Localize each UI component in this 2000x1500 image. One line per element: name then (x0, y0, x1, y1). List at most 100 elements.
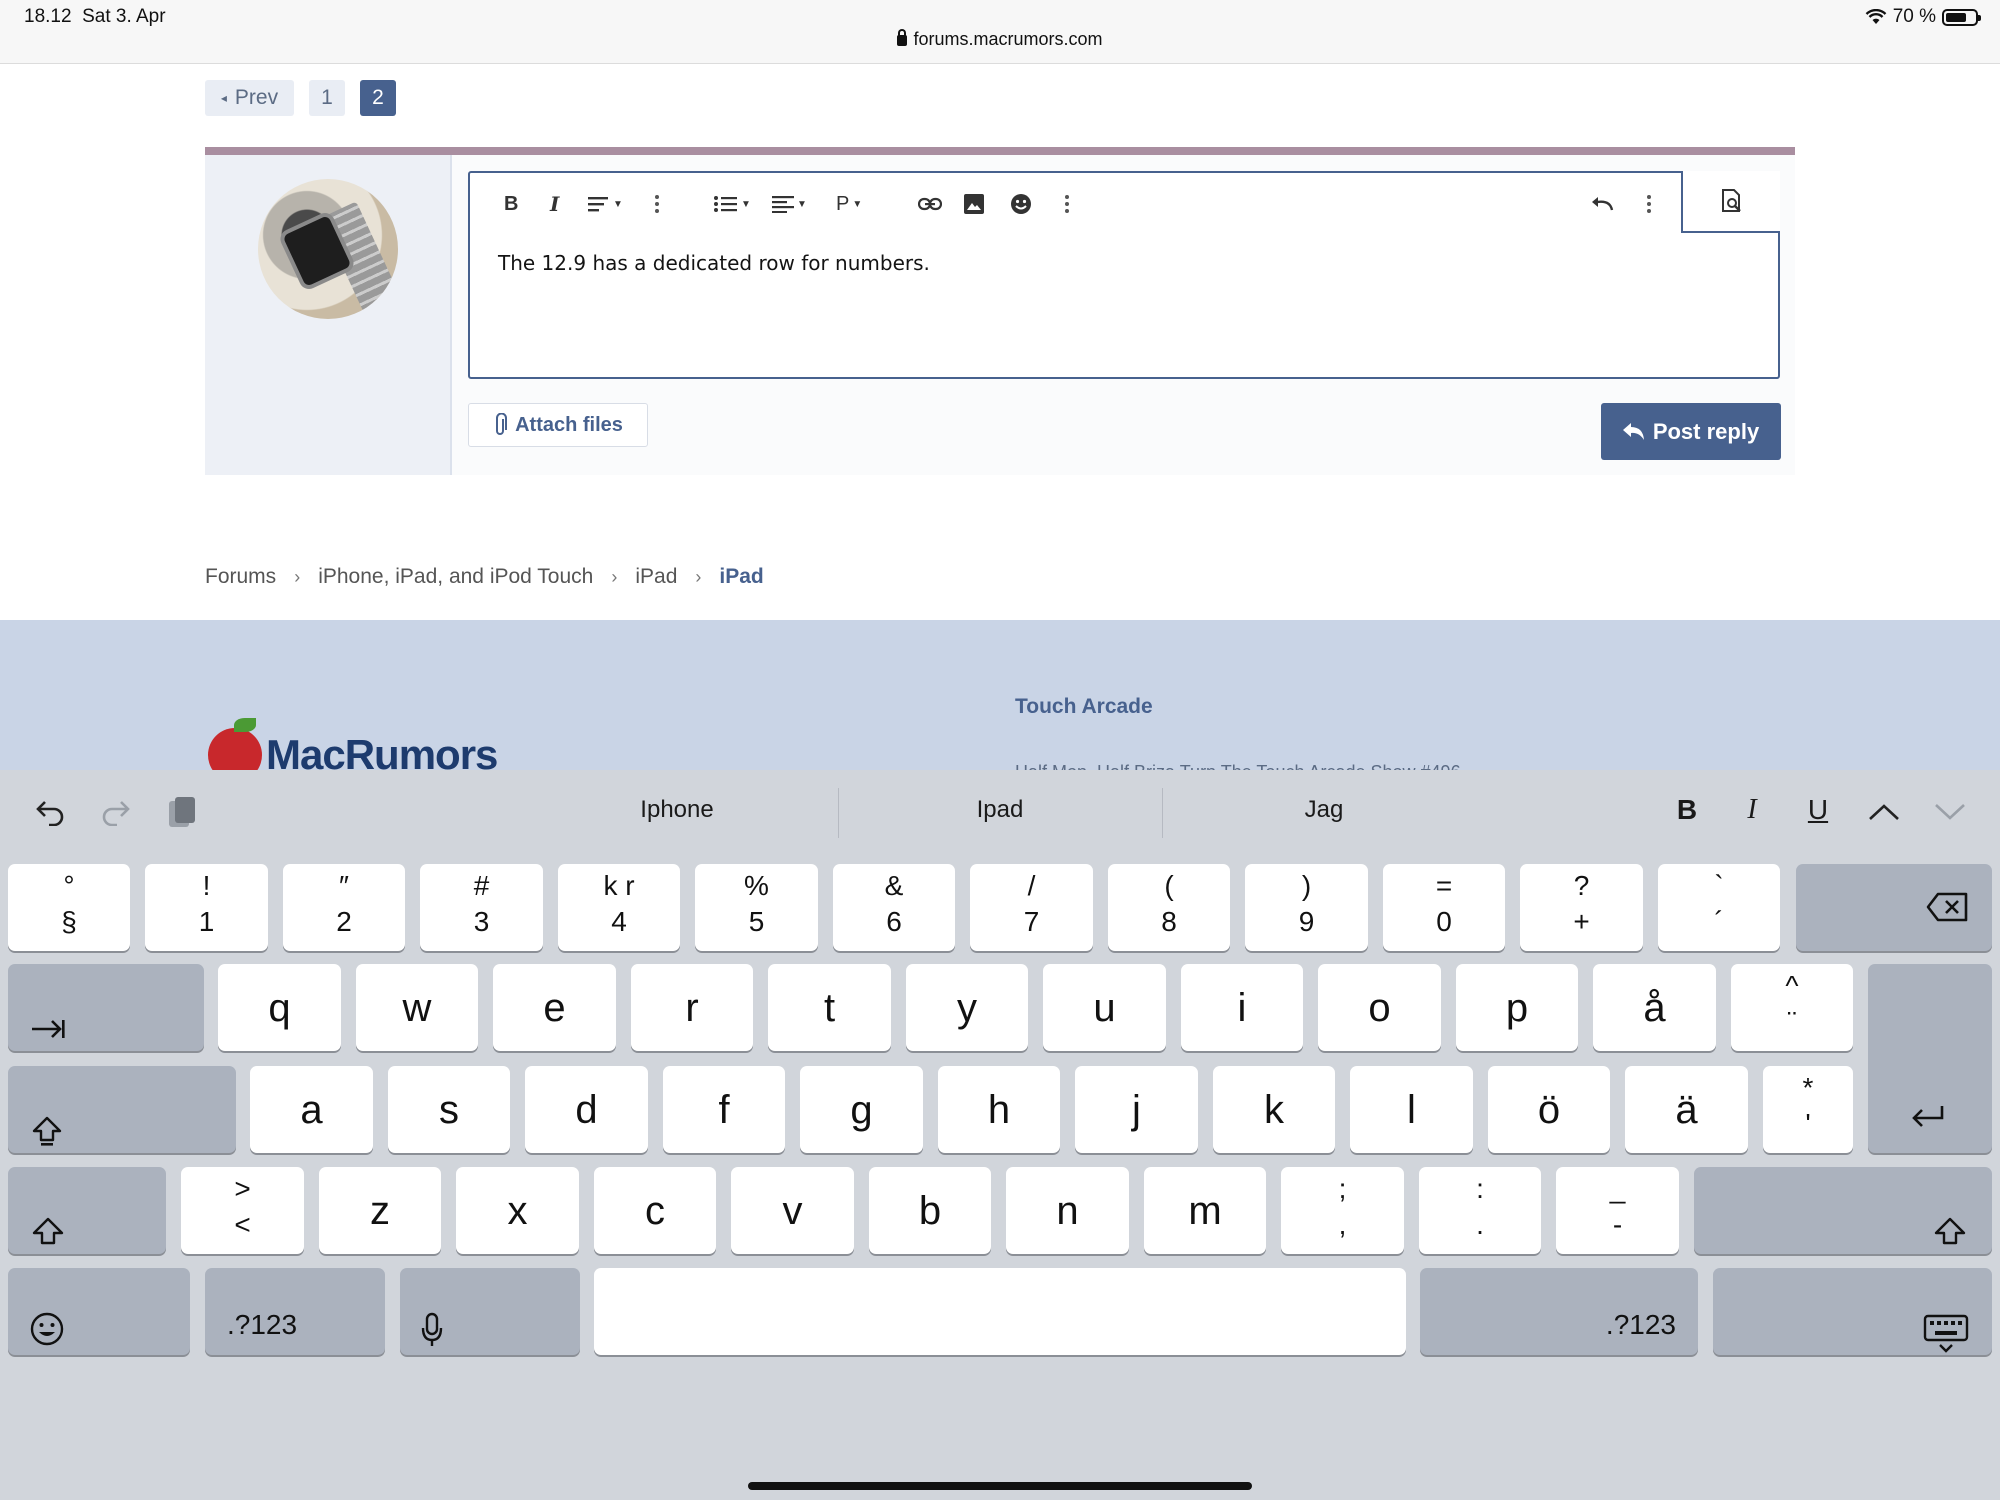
key-i[interactable]: i (1181, 964, 1303, 1051)
align-button[interactable]: ▼ (772, 191, 807, 217)
key-c[interactable]: c (594, 1167, 716, 1254)
caps-lock-key[interactable] (8, 1066, 236, 1153)
numbers-key-left[interactable]: .?123 (205, 1268, 385, 1355)
key-angle-brackets[interactable]: > < (181, 1167, 304, 1254)
key-o-umlaut[interactable]: ö (1488, 1066, 1610, 1153)
preview-button[interactable] (1681, 171, 1780, 233)
key-o[interactable]: o (1318, 964, 1441, 1051)
dictation-key[interactable] (400, 1268, 580, 1355)
breadcrumb-iphone-ipad-ipod[interactable]: iPhone, iPad, and iPod Touch (318, 565, 593, 589)
key-a-ring[interactable]: å (1593, 964, 1716, 1051)
breadcrumb-ipad[interactable]: iPad (635, 565, 677, 589)
format-underline-button[interactable]: U (1800, 794, 1836, 826)
format-bold-button[interactable]: B (1669, 794, 1705, 826)
left-shift-key[interactable] (8, 1167, 166, 1254)
footer-heading[interactable]: Touch Arcade (1015, 695, 1153, 719)
more-insert-options-icon[interactable] (1064, 191, 1070, 217)
key-d[interactable]: d (525, 1066, 648, 1153)
key-1[interactable]: ! 1 (145, 864, 268, 951)
key-p[interactable]: p (1456, 964, 1578, 1051)
key-a-umlaut[interactable]: ä (1625, 1066, 1748, 1153)
key-comma[interactable]: ;, (1281, 1167, 1404, 1254)
paste-icon[interactable] (164, 794, 200, 830)
editor-content[interactable]: The 12.9 has a dedicated row for numbers… (498, 251, 930, 275)
list-button[interactable]: ▼ (714, 191, 751, 217)
key-z[interactable]: z (319, 1167, 441, 1254)
more-text-options-icon[interactable] (654, 191, 660, 217)
key-w[interactable]: w (356, 964, 478, 1051)
key-4[interactable]: k r 4 (558, 864, 680, 951)
redo-icon[interactable] (98, 794, 134, 830)
suggestion-1[interactable]: Iphone (517, 796, 837, 824)
reply-editor[interactable]: B I ▼ ▼ ▼ P ▼ The 12.9 has a dedicated ro… (468, 171, 1780, 379)
key-v[interactable]: v (731, 1167, 854, 1254)
return-key[interactable] (1868, 964, 1992, 1153)
key-8[interactable]: (8 (1108, 864, 1230, 951)
numbers-key-right[interactable]: .?123 (1420, 1268, 1698, 1355)
delete-key[interactable] (1796, 864, 1992, 951)
address-bar[interactable]: forums.macrumors.com (0, 29, 2000, 50)
key-a[interactable]: a (250, 1066, 373, 1153)
bold-button[interactable]: B (504, 191, 518, 217)
undo-icon[interactable] (1590, 191, 1614, 217)
format-italic-button[interactable]: I (1734, 794, 1770, 826)
key-f[interactable]: f (663, 1066, 785, 1153)
paragraph-button[interactable]: P ▼ (836, 191, 862, 217)
key-j[interactable]: j (1075, 1066, 1198, 1153)
key-n[interactable]: n (1006, 1167, 1129, 1254)
key-s[interactable]: s (388, 1066, 510, 1153)
key-plus[interactable]: ? + (1520, 864, 1643, 951)
key-g[interactable]: g (800, 1066, 923, 1153)
key-2[interactable]: ″ 2 (283, 864, 405, 951)
undo-icon[interactable] (32, 794, 68, 830)
key-0[interactable]: = 0 (1383, 864, 1505, 951)
chevron-down-icon[interactable] (1932, 794, 1968, 830)
key-umlaut[interactable]: ^ ¨ (1731, 964, 1853, 1051)
prev-page-button[interactable]: ◂ Prev (205, 80, 294, 116)
key-6[interactable]: & 6 (833, 864, 955, 951)
key-3[interactable]: #3 (420, 864, 543, 951)
key-period[interactable]: :. (1419, 1167, 1541, 1254)
page-2-button[interactable]: 2 (360, 80, 396, 116)
post-reply-button[interactable]: Post reply (1601, 403, 1781, 460)
key-section[interactable]: ° § (8, 864, 130, 951)
macrumors-logo[interactable]: MacRumors (208, 718, 498, 770)
right-shift-key[interactable] (1694, 1167, 1992, 1254)
suggestion-3[interactable]: Jag (1164, 796, 1484, 824)
chevron-up-icon[interactable] (1866, 794, 1902, 830)
key-r[interactable]: r (631, 964, 753, 1051)
page-1-button[interactable]: 1 (309, 80, 345, 116)
breadcrumb-forums[interactable]: Forums (205, 565, 276, 589)
key-9[interactable]: ) 9 (1245, 864, 1368, 951)
key-l[interactable]: l (1350, 1066, 1473, 1153)
key-x[interactable]: x (456, 1167, 579, 1254)
key-h[interactable]: h (938, 1066, 1060, 1153)
key-accent[interactable]: ` ´ (1658, 864, 1780, 951)
key-q[interactable]: q (218, 964, 341, 1051)
text-format-button[interactable]: ▼ (588, 191, 623, 217)
footer-link[interactable]: Half Mon, Half Briza Turn The Touch Arca… (1015, 762, 1461, 770)
emoji-key[interactable] (8, 1268, 190, 1355)
key-y[interactable]: y (906, 964, 1028, 1051)
key-5[interactable]: % 5 (695, 864, 818, 951)
key-7[interactable]: /7 (970, 864, 1093, 951)
breadcrumb-current[interactable]: iPad (719, 565, 763, 589)
key-t[interactable]: t (768, 964, 891, 1051)
space-key[interactable] (594, 1268, 1406, 1355)
link-icon[interactable] (918, 191, 942, 217)
key-dash[interactable]: _ - (1556, 1167, 1679, 1254)
emoji-icon[interactable] (1010, 191, 1032, 217)
key-asterisk[interactable]: * ' (1763, 1066, 1853, 1153)
attach-files-button[interactable]: Attach files (468, 403, 648, 447)
image-icon[interactable] (964, 191, 984, 217)
avatar[interactable] (258, 179, 398, 319)
key-b[interactable]: b (869, 1167, 991, 1254)
key-u[interactable]: u (1043, 964, 1166, 1051)
tab-key[interactable] (8, 964, 204, 1051)
more-options-icon[interactable] (1646, 191, 1652, 217)
key-e[interactable]: e (493, 964, 616, 1051)
suggestion-2[interactable]: Ipad (840, 796, 1160, 824)
key-m[interactable]: m (1144, 1167, 1266, 1254)
hide-keyboard-key[interactable] (1713, 1268, 1992, 1355)
italic-button[interactable]: I (550, 191, 559, 217)
